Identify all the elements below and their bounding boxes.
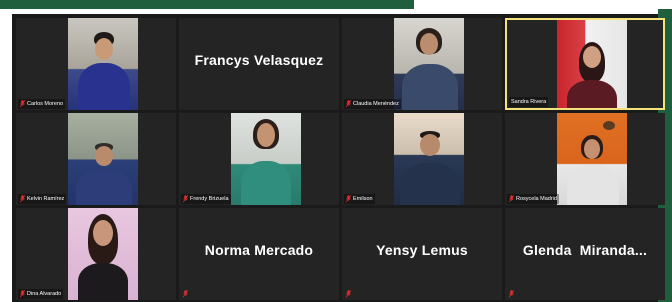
participant-video: [394, 113, 464, 205]
mic-muted-icon: [20, 290, 25, 298]
mic-muted-icon: [509, 290, 514, 298]
participant-name-display: Yensy Lemus: [376, 242, 468, 258]
participant-name-display: Francys Velasquez: [194, 52, 324, 68]
participant-tile-frendy-brizuela[interactable]: Frendy Brizuela: [179, 113, 339, 205]
participant-name-label: [507, 289, 516, 299]
participant-video: [68, 18, 138, 110]
participant-name-label: Sandra Rivera: [509, 97, 549, 107]
participant-tile-sandra-rivera[interactable]: Sandra Rivera: [505, 18, 665, 110]
participant-name-display: Norma Mercado: [204, 242, 314, 258]
mic-muted-icon: [509, 195, 514, 203]
participant-tile-yensy-lemus[interactable]: Yensy Lemus: [342, 208, 502, 300]
participant-video: [557, 20, 627, 108]
participant-name-label: [181, 289, 190, 299]
participant-name-label: [344, 289, 353, 299]
participant-video: [557, 113, 627, 205]
participant-name-label: Kelvin Ramírez: [18, 194, 67, 204]
participant-name-display: Glenda Miranda...: [522, 242, 648, 258]
participant-name-label: Emilson: [344, 194, 375, 204]
participant-video: [231, 113, 301, 205]
mic-muted-icon: [346, 100, 351, 108]
gallery-view: Carlos Moreno Francys Velasquez Claudia …: [12, 14, 665, 302]
mic-muted-icon: [20, 195, 25, 203]
mic-muted-icon: [346, 290, 351, 298]
top-banner: [0, 0, 414, 9]
participant-name-label: Frendy Brizuela: [181, 194, 231, 204]
participant-tile-claudia-menendez[interactable]: Claudia Menéndez: [342, 18, 502, 110]
mic-muted-icon: [20, 100, 25, 108]
participant-name-label: Claudia Menéndez: [344, 99, 401, 109]
participant-tile-norma-mercado[interactable]: Norma Mercado: [179, 208, 339, 300]
mic-muted-icon: [183, 195, 188, 203]
participant-video: [68, 208, 138, 300]
participant-tile-dina-alvarado[interactable]: Dina Alvarado: [16, 208, 176, 300]
participant-name-label: Dina Alvarado: [18, 289, 64, 299]
left-margin: [0, 9, 12, 302]
participant-name-label: Carlos Moreno: [18, 99, 66, 109]
participant-video: [394, 18, 464, 110]
participant-video: [68, 113, 138, 205]
participant-tile-glenda-miranda[interactable]: Glenda Miranda...: [505, 208, 665, 300]
participant-tile-kelvin-ramirez[interactable]: Kelvin Ramírez: [16, 113, 176, 205]
participant-tile-francys-velasquez[interactable]: Francys Velasquez: [179, 18, 339, 110]
mic-muted-icon: [183, 290, 188, 298]
participant-tile-emilson[interactable]: Emilson: [342, 113, 502, 205]
participant-name-label: Rosycela Madrid: [507, 194, 559, 204]
mic-muted-icon: [346, 195, 351, 203]
participant-tile-rosycela-madrid[interactable]: Rosycela Madrid: [505, 113, 665, 205]
participant-tile-carlos-moreno[interactable]: Carlos Moreno: [16, 18, 176, 110]
top-banner-light: [414, 0, 672, 9]
